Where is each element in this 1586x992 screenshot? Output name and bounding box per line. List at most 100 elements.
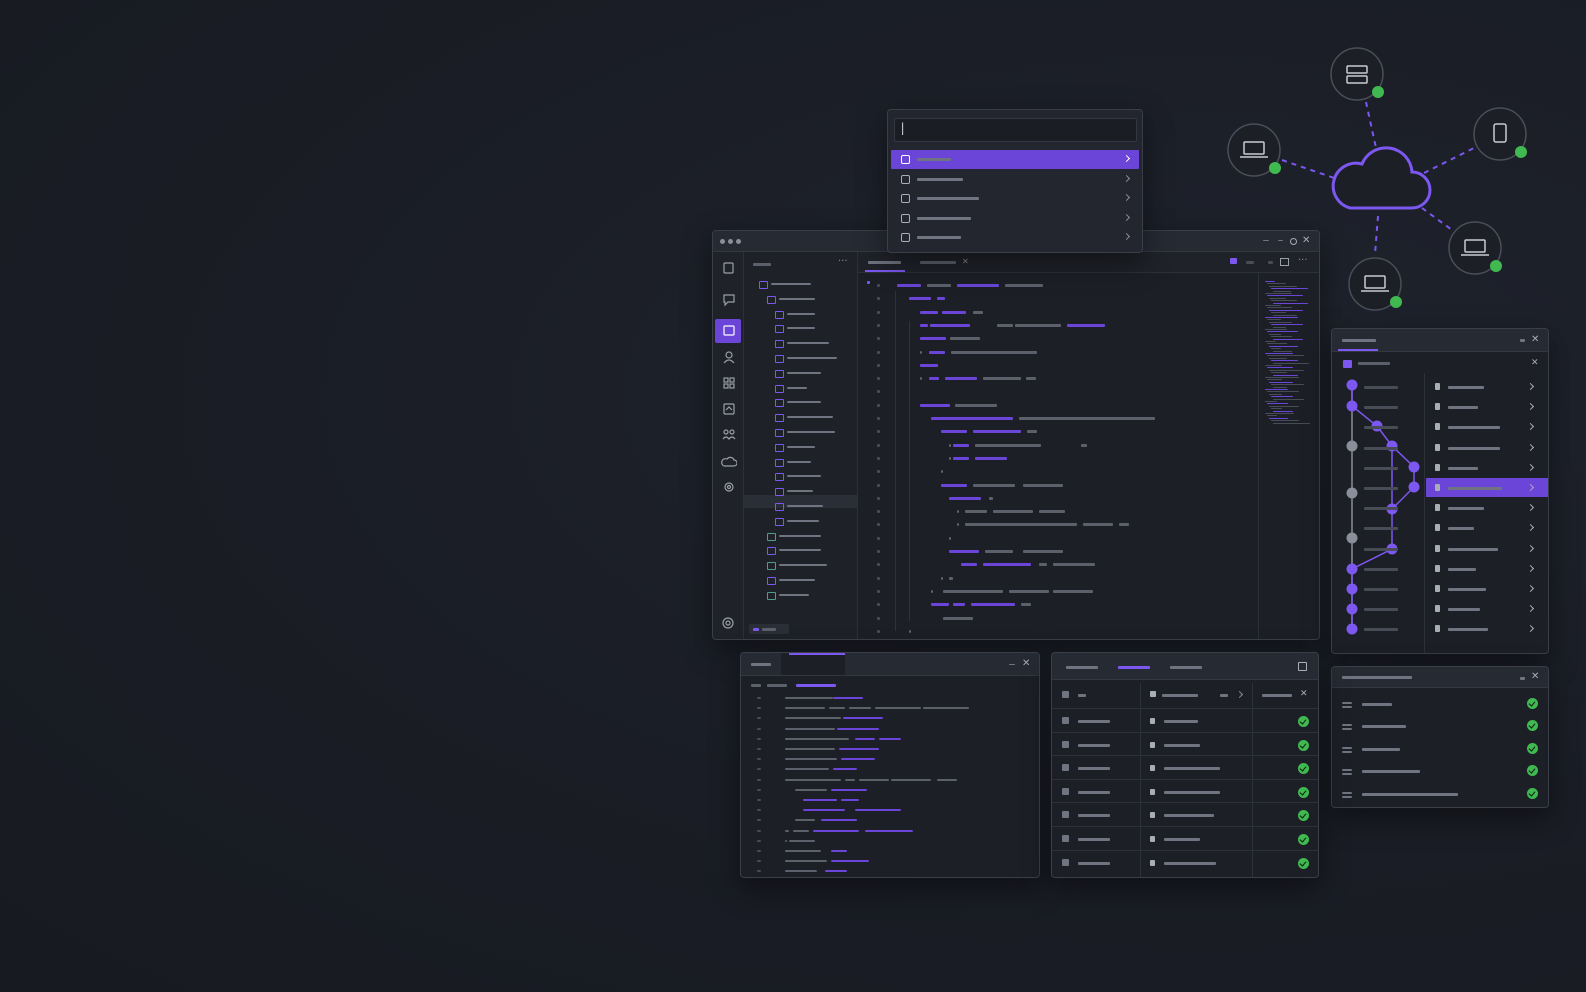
run-icon[interactable] [1230, 258, 1237, 264]
minimize-button[interactable] [1520, 339, 1525, 342]
terminal-tab-active[interactable] [781, 653, 845, 675]
commit-file-label[interactable] [1448, 527, 1474, 531]
commit-file-label[interactable] [1448, 588, 1486, 591]
tab-close-icon[interactable]: ✕ [962, 257, 969, 267]
commit-file-label[interactable] [1448, 487, 1502, 490]
code-token [920, 403, 950, 407]
command-input[interactable] [894, 118, 1137, 142]
tab-inactive[interactable] [920, 261, 956, 264]
minimize-button[interactable] [1520, 677, 1525, 680]
chevron-right-icon[interactable] [1122, 194, 1131, 202]
tab-active[interactable] [868, 261, 901, 264]
row-checkbox[interactable] [1062, 858, 1069, 866]
chevron-right-icon[interactable] [1526, 584, 1535, 593]
command-item-label[interactable] [917, 158, 951, 161]
close-icon[interactable]: ✕ [1302, 236, 1310, 246]
file-icon [1435, 423, 1440, 431]
commit-file-label[interactable] [1448, 406, 1478, 410]
editor-more-icon[interactable]: ··· [1298, 256, 1308, 266]
tree-item-label[interactable] [787, 386, 807, 389]
folder-icon [775, 355, 784, 363]
tree-item-label[interactable] [787, 460, 811, 463]
row-checkbox[interactable] [1062, 717, 1069, 724]
tree-item-label[interactable] [787, 357, 837, 359]
row-checkbox[interactable] [1062, 835, 1069, 842]
account-icon[interactable] [721, 616, 735, 630]
tree-item-label[interactable] [787, 445, 815, 448]
explorer-more-icon[interactable]: ··· [838, 257, 848, 267]
tree-item-label[interactable] [787, 519, 819, 522]
tree-item-label[interactable] [787, 505, 823, 507]
split-editor-icon[interactable] [1280, 258, 1289, 266]
chevron-right-icon[interactable] [1526, 443, 1535, 451]
command-item-label[interactable] [917, 216, 971, 220]
tree-item-label[interactable] [787, 371, 821, 374]
close-icon[interactable]: ✕ [1022, 659, 1030, 669]
minimap-line [1271, 372, 1287, 374]
row-checkbox[interactable] [1062, 811, 1069, 819]
export-icon[interactable] [1298, 662, 1307, 671]
tree-item-label[interactable] [771, 283, 811, 285]
tree-item-label[interactable] [787, 431, 835, 433]
chevron-right-icon[interactable] [1122, 233, 1131, 241]
commit-file-label[interactable] [1448, 608, 1480, 612]
close-icon[interactable]: ✕ [1531, 672, 1539, 682]
tree-item-label[interactable] [779, 593, 809, 596]
command-item-label[interactable] [917, 177, 963, 181]
tree-item-label[interactable] [779, 297, 815, 300]
tree-item-label[interactable] [787, 312, 815, 315]
commit-file-label[interactable] [1448, 386, 1484, 389]
commit-file-label[interactable] [1448, 466, 1478, 470]
restore-button[interactable] [1278, 240, 1283, 241]
tree-item-label[interactable] [787, 490, 813, 493]
tree-item-label[interactable] [779, 534, 821, 537]
tree-item-label[interactable] [787, 416, 833, 419]
chevron-right-icon[interactable] [1526, 564, 1535, 572]
toolbar-item[interactable] [1268, 261, 1273, 264]
chevron-right-icon[interactable] [1526, 463, 1535, 471]
commit-file-label[interactable] [1448, 507, 1484, 511]
close-icon[interactable]: ✕ [1531, 358, 1539, 368]
chevron-right-icon[interactable] [1526, 382, 1535, 391]
minimize-button[interactable] [1009, 664, 1015, 665]
command-item-label[interactable] [917, 236, 961, 240]
chevron-right-icon[interactable] [1526, 524, 1535, 532]
close-icon[interactable]: ✕ [1531, 335, 1539, 345]
chevron-right-icon[interactable] [1526, 625, 1535, 633]
commit-file-label[interactable] [1448, 426, 1500, 430]
minimize-button[interactable] [1263, 240, 1269, 241]
commit-file-label[interactable] [1448, 628, 1488, 632]
table-tab-active[interactable] [1118, 666, 1150, 669]
terminal-token [937, 778, 957, 781]
activity-icons[interactable] [721, 260, 737, 500]
chevron-right-icon[interactable] [1122, 174, 1131, 182]
terminal-tab[interactable] [751, 663, 771, 666]
tree-item-label[interactable] [787, 342, 829, 345]
chevron-right-icon[interactable] [1526, 423, 1535, 431]
chevron-right-icon[interactable] [1526, 504, 1535, 512]
row-checkbox[interactable] [1062, 740, 1069, 748]
checkbox-all[interactable] [1062, 691, 1069, 698]
chevron-right-icon[interactable] [1526, 544, 1535, 552]
close-icon[interactable]: ✕ [1300, 689, 1308, 699]
chevron-right-icon[interactable] [1235, 690, 1244, 699]
maximize-button[interactable] [1290, 238, 1297, 245]
toolbar-item[interactable] [1246, 261, 1254, 264]
chevron-right-icon[interactable] [1122, 213, 1131, 221]
commit-file-label[interactable] [1448, 446, 1500, 450]
tree-item-label[interactable] [779, 579, 815, 581]
terminal-token [785, 737, 849, 740]
row-checkbox[interactable] [1062, 787, 1069, 795]
chevron-right-icon[interactable] [1526, 403, 1535, 411]
status-label [1362, 792, 1458, 796]
tree-item-label[interactable] [779, 564, 827, 567]
commit-graph[interactable] [1332, 373, 1424, 637]
table-tab[interactable] [1066, 666, 1098, 669]
chevron-right-icon[interactable] [1526, 605, 1535, 613]
commit-file-label[interactable] [1448, 547, 1498, 551]
command-item-label[interactable] [917, 197, 979, 201]
row-checkbox[interactable] [1062, 764, 1069, 772]
table-tab[interactable] [1170, 666, 1202, 669]
breakpoint-icon[interactable] [867, 281, 870, 284]
commit-file-label[interactable] [1448, 567, 1476, 571]
